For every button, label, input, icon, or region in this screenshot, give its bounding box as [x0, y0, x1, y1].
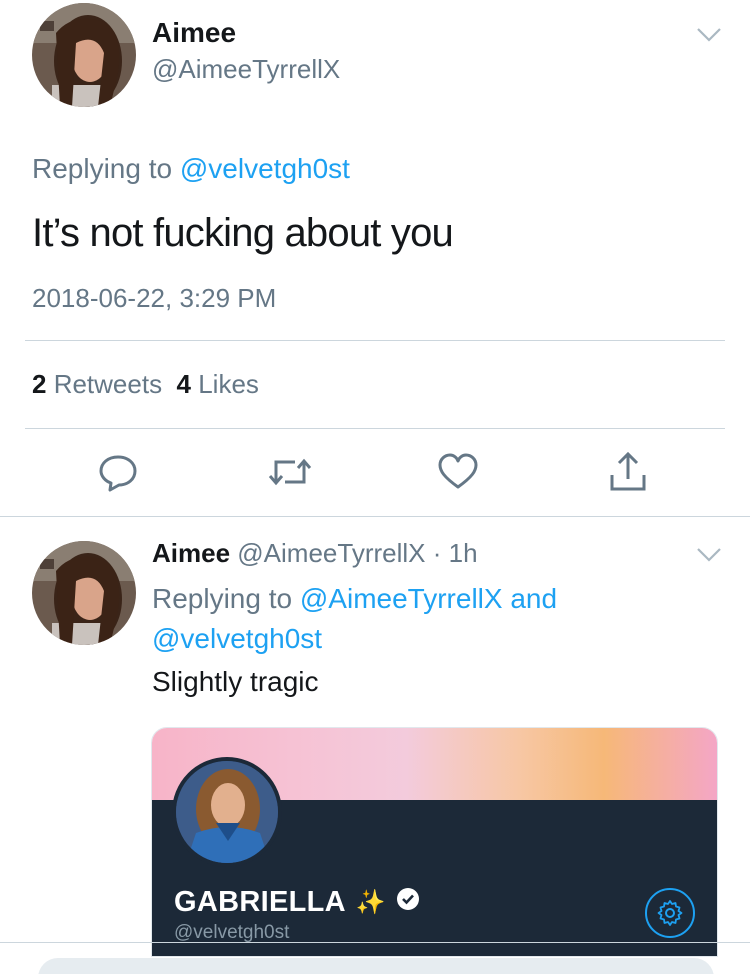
profile-card-image[interactable]: GABRIELLA ✨ @velvetgh0st — [151, 727, 718, 957]
reply-header: Aimee @AimeeTyrrellX · 1h — [152, 538, 478, 569]
gear-icon — [657, 900, 683, 926]
chevron-down-icon[interactable] — [696, 26, 722, 49]
replying-to-handle-link[interactable]: @velvetgh0st — [152, 623, 322, 654]
tweet-timestamp[interactable]: 2018-06-22, 3:29 PM — [32, 283, 276, 314]
profile-name-text: GABRIELLA — [174, 886, 346, 918]
replying-to-handle-link[interactable]: @velvetgh0st — [180, 153, 350, 184]
replying-to-label: Replying to — [32, 153, 180, 184]
tweet-text: It’s not fucking about you — [32, 211, 454, 255]
reply-button[interactable] — [88, 442, 148, 502]
divider — [25, 428, 725, 429]
author-avatar[interactable] — [32, 3, 136, 107]
likes-count: 4 — [176, 369, 191, 399]
settings-button[interactable] — [645, 888, 695, 938]
compose-reply-bar[interactable] — [38, 958, 714, 974]
share-button[interactable] — [598, 442, 658, 502]
sparkle-emoji: ✨ — [355, 889, 387, 916]
reply-time: 1h — [448, 538, 478, 568]
chevron-down-icon[interactable] — [696, 546, 722, 569]
retweets-stat[interactable]: 2 Retweets — [32, 369, 162, 399]
profile-handle: @velvetgh0st — [174, 922, 290, 943]
profile-name: GABRIELLA ✨ — [174, 886, 420, 919]
retweets-count: 2 — [32, 369, 47, 399]
profile-avatar — [172, 757, 282, 867]
replying-to-handle-link[interactable]: @AimeeTyrrellX — [300, 583, 503, 614]
divider — [25, 340, 725, 341]
author-handle[interactable]: @AimeeTyrrellX — [152, 54, 340, 85]
reply-text: Slightly tragic — [152, 666, 319, 697]
retweet-button[interactable] — [260, 442, 320, 502]
reply-handle[interactable]: @AimeeTyrrellX — [237, 538, 425, 568]
verified-badge-icon — [396, 886, 420, 919]
retweet-icon — [268, 458, 312, 486]
reply-icon — [99, 455, 137, 492]
divider — [0, 942, 750, 943]
replying-to-and: and — [502, 583, 558, 614]
share-icon — [610, 451, 646, 491]
like-button[interactable] — [428, 442, 488, 502]
replying-to-label: Replying to — [152, 583, 300, 614]
author-display-name[interactable]: Aimee — [152, 17, 236, 49]
tweet-stats: 2 Retweets 4 Likes — [32, 369, 259, 400]
reply-display-name[interactable]: Aimee — [152, 538, 230, 568]
heart-icon — [438, 453, 478, 489]
replying-to: Replying to @velvetgh0st — [32, 153, 350, 185]
divider — [0, 516, 750, 517]
retweets-label: Retweets — [46, 369, 163, 399]
likes-stat[interactable]: 4 Likes — [177, 369, 259, 399]
reply-author-avatar[interactable] — [32, 541, 136, 645]
likes-label: Likes — [191, 369, 259, 399]
reply-replying-to: Replying to @AimeeTyrrellX and @velvetgh… — [152, 579, 557, 659]
time-separator: · — [425, 538, 449, 568]
